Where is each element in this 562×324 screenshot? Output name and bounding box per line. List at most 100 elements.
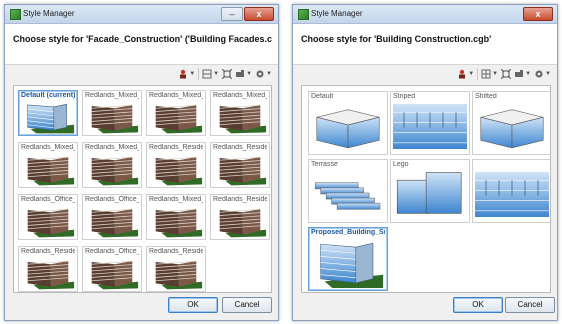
tool-camera[interactable]: ▼ xyxy=(235,68,252,80)
style-thumbnail-label: Redlands_Office_1 xyxy=(85,196,139,203)
building-preview-image xyxy=(27,103,75,134)
style-thumbnail[interactable]: Redlands_Mixed_Use xyxy=(210,90,270,136)
tool-settings[interactable]: ▼ xyxy=(255,68,272,80)
style-thumbnail-label: Redlands_Office_Lo xyxy=(21,196,75,203)
style-thumbnail[interactable]: Redlands_Office_2 xyxy=(82,246,142,292)
building-preview-image xyxy=(320,242,384,288)
camera-icon xyxy=(514,69,524,79)
grid-icon xyxy=(481,69,491,79)
style-thumbnail-label: Redlands_Office_2 xyxy=(85,248,139,255)
style-thumbnail[interactable]: Shifted xyxy=(472,91,550,155)
style-thumbnail-label: Redlands_Mixed_Use xyxy=(149,92,203,99)
tool-settings[interactable]: ▼ xyxy=(534,68,551,80)
style-thumbnail-grid[interactable]: Default Striped Shifted Terrasse Lego Propose… xyxy=(301,85,551,293)
style-thumbnail-label: Default xyxy=(311,93,334,100)
title-bar[interactable]: Style Manager x xyxy=(293,5,557,24)
ok-button[interactable]: OK xyxy=(453,297,503,313)
building-preview-image xyxy=(219,208,267,238)
building-preview-image xyxy=(27,156,75,186)
style-thumbnail[interactable]: Proposed_Building_Small_Lots_White (curr… xyxy=(308,227,388,291)
close-button[interactable]: x xyxy=(244,7,274,21)
chevron-down-icon: ▼ xyxy=(246,71,253,77)
tool-person[interactable]: ▼ xyxy=(178,68,195,80)
style-thumbnail-label: Striped xyxy=(393,93,416,100)
style-thumbnail[interactable]: Redlands_Mixed_Use xyxy=(146,194,206,240)
chevron-down-icon: ▼ xyxy=(525,71,532,77)
building-preview-image xyxy=(219,156,267,186)
dialog-footer: OK Cancel xyxy=(5,293,278,320)
style-thumbnail[interactable]: Redlands_Residential_5 xyxy=(146,246,206,292)
title-bar[interactable]: Style Manager – x xyxy=(5,5,278,24)
style-thumbnail-label: Redlands_Residential xyxy=(213,196,267,203)
building-preview-image xyxy=(480,109,544,149)
app-icon xyxy=(10,9,21,20)
style-thumbnail[interactable]: Redlands_Mixed_Use xyxy=(18,142,78,188)
style-thumbnail[interactable]: Redlands_Residential xyxy=(210,194,270,240)
building-preview-image xyxy=(155,260,203,290)
app-icon xyxy=(298,9,309,20)
style-thumbnail[interactable]: Lego xyxy=(390,159,470,223)
style-thumbnail-label: Redlands_Mixed_Use xyxy=(21,144,75,151)
style-thumbnail[interactable]: Redlands_Mixed_Use xyxy=(146,90,206,136)
building-preview-image xyxy=(91,156,139,186)
chevron-down-icon: ▼ xyxy=(468,71,475,77)
cancel-button[interactable]: Cancel xyxy=(505,297,555,313)
toolbar: ▼ ▼ ▼ ▼ xyxy=(293,65,557,83)
chevron-down-icon: ▼ xyxy=(213,71,220,77)
chevron-down-icon: ▼ xyxy=(545,71,551,77)
building-preview-image xyxy=(27,260,75,290)
building-preview-image xyxy=(314,182,381,210)
style-thumbnail[interactable]: Default xyxy=(308,91,388,155)
style-thumbnail-label: Redlands_Residential xyxy=(149,144,203,151)
style-thumbnail-label: Proposed_Building_Small_Lots_White (curr… xyxy=(311,229,385,236)
style-thumbnail[interactable]: Redlands_Residential xyxy=(146,142,206,188)
building-preview-image xyxy=(155,104,203,134)
zoom-fit-icon xyxy=(500,68,512,80)
building-preview-image xyxy=(91,208,139,238)
dialog-footer: OK Cancel xyxy=(293,293,557,320)
building-preview-image xyxy=(316,109,380,149)
cancel-button[interactable]: Cancel xyxy=(222,297,272,313)
style-thumbnail[interactable]: Redlands_Residential xyxy=(210,142,270,188)
chevron-down-icon: ▼ xyxy=(189,71,196,77)
style-thumbnail-grid[interactable]: Default (current) Redlands_Mixed_Use Redla… xyxy=(13,85,272,293)
style-thumbnail[interactable]: Terrasse xyxy=(308,159,388,223)
camera-icon xyxy=(235,69,245,79)
dialog-header: Choose style for 'Facade_Construction' (… xyxy=(5,24,278,65)
building-preview-image xyxy=(396,172,462,214)
style-thumbnail[interactable]: Redlands_Residential xyxy=(18,246,78,292)
style-thumbnail[interactable]: Striped xyxy=(390,91,470,155)
style-thumbnail[interactable]: Redlands_Office_Lo xyxy=(18,194,78,240)
style-thumbnail-label: Redlands_Mixed_Use xyxy=(213,92,267,99)
dialog-prompt: Choose style for 'Building Construction.… xyxy=(301,34,492,44)
style-thumbnail-label: Redlands_Residential xyxy=(21,248,75,255)
close-button[interactable]: x xyxy=(523,7,553,21)
tool-layout[interactable]: ▼ xyxy=(202,68,219,80)
tool-camera[interactable]: ▼ xyxy=(514,68,531,80)
person-icon xyxy=(178,69,188,79)
building-preview-image xyxy=(475,172,549,217)
style-thumbnail[interactable] xyxy=(472,159,550,223)
style-thumbnail[interactable]: Default (current) xyxy=(18,90,78,136)
style-thumbnail[interactable]: Redlands_Mixed_Use xyxy=(82,142,142,188)
style-thumbnail[interactable]: Redlands_Office_1 xyxy=(82,194,142,240)
grid-icon xyxy=(202,69,212,79)
style-thumbnail-label: Redlands_Mixed_Use xyxy=(85,92,139,99)
style-manager-window-right: Style Manager x Choose style for 'Buildi… xyxy=(292,4,558,321)
window-title: Style Manager xyxy=(311,9,363,18)
tool-layout[interactable]: ▼ xyxy=(481,68,498,80)
ok-button[interactable]: OK xyxy=(168,297,218,313)
building-preview-image xyxy=(393,104,467,149)
gear-icon xyxy=(255,69,265,79)
tool-fit[interactable] xyxy=(500,68,512,80)
building-preview-image xyxy=(91,260,139,290)
style-manager-window-left: Style Manager – x Choose style for 'Faca… xyxy=(4,4,279,321)
person-icon xyxy=(457,69,467,79)
style-thumbnail[interactable]: Redlands_Mixed_Use xyxy=(82,90,142,136)
building-preview-image xyxy=(155,208,203,238)
tool-fit[interactable] xyxy=(221,68,233,80)
zoom-fit-icon xyxy=(221,68,233,80)
chevron-down-icon: ▼ xyxy=(266,71,272,77)
minimize-button[interactable]: – xyxy=(221,7,243,21)
tool-person[interactable]: ▼ xyxy=(457,68,474,80)
